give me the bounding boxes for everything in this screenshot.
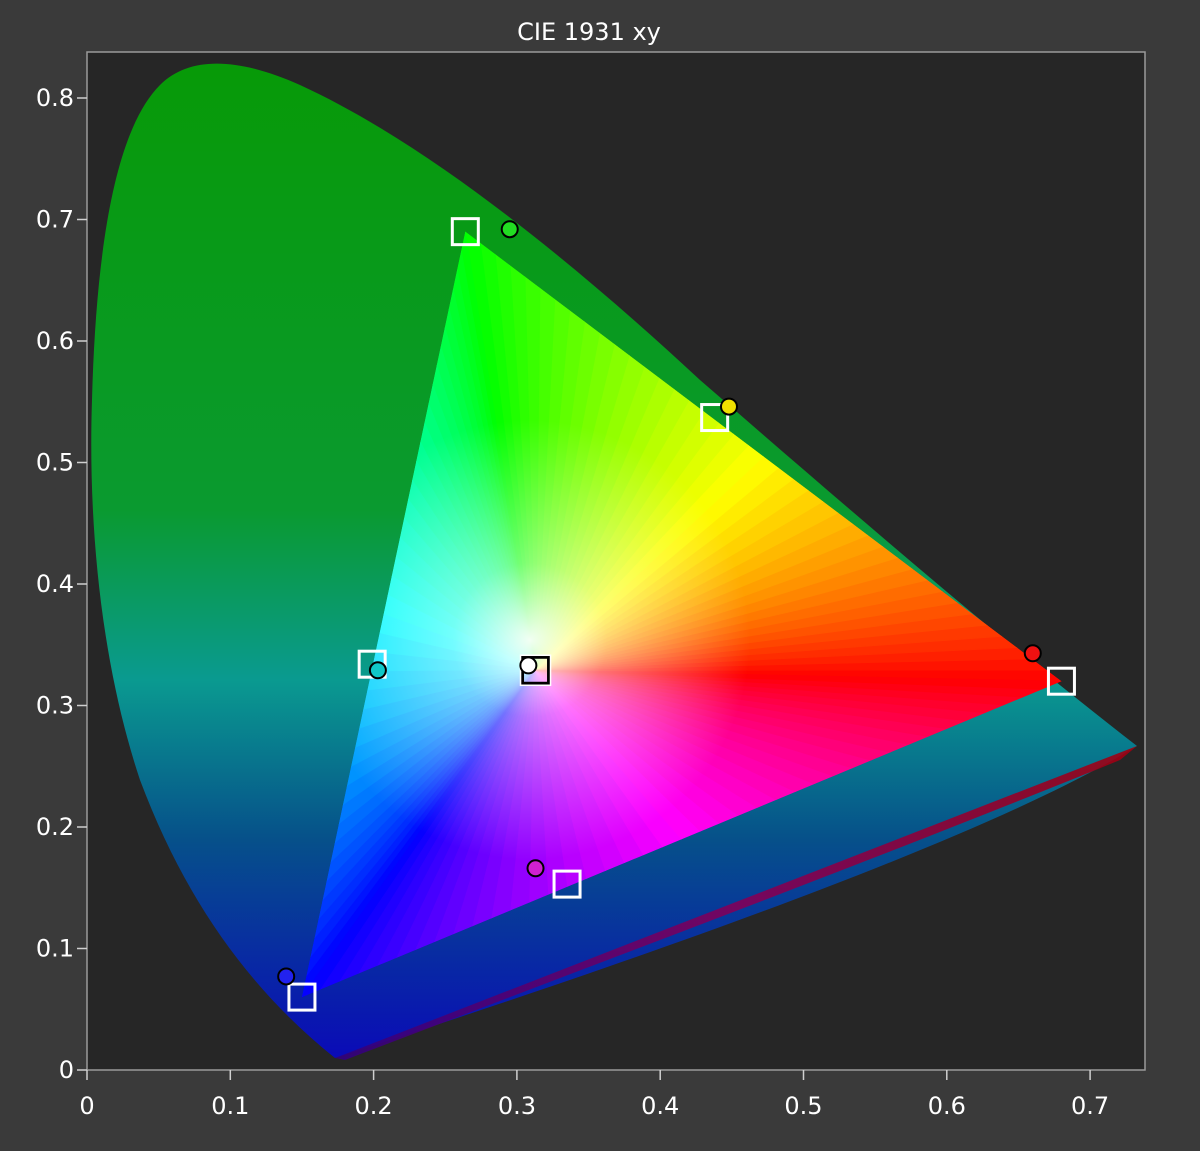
measured-circle-marker (500, 220, 519, 239)
x-tick-label: 0.7 (1071, 1092, 1109, 1120)
measured-circle-marker (719, 397, 738, 416)
y-tick-label: 0.3 (36, 692, 74, 720)
y-tick-label: 0.1 (36, 935, 74, 963)
y-axis: 0 0.1 0.2 0.3 0.4 0.5 0.6 0.7 0.8 (36, 84, 87, 1084)
chart-title: CIE 1931 xy (517, 18, 661, 46)
cie-chart: 0 0.1 0.2 0.3 0.4 0.5 0.6 0.7 00.10.20.30.40.50… (36, 18, 1146, 1120)
y-tick-label: 0 (59, 1056, 74, 1084)
y-tick-label: 0.2 (36, 813, 74, 841)
y-tick-label: 0.8 (36, 84, 74, 112)
x-tick-label: 0.1 (211, 1092, 249, 1120)
x-tick-label: 0.2 (355, 1092, 393, 1120)
measured-circle-marker (1023, 644, 1042, 663)
y-tick-label: 0.4 (36, 570, 74, 598)
x-tick-label: 0 (79, 1092, 94, 1120)
x-axis: 0 0.1 0.2 0.3 0.4 0.5 0.6 0.7 (79, 1070, 1109, 1120)
x-tick-label: 0.4 (641, 1092, 679, 1120)
x-tick-label: 0.3 (498, 1092, 536, 1120)
x-tick-label: 0.6 (928, 1092, 966, 1120)
y-tick-label: 0.6 (36, 327, 74, 355)
y-tick-label: 0.7 (36, 206, 74, 234)
measured-circle-marker (368, 661, 387, 680)
y-tick-label: 0.5 (36, 449, 74, 477)
measured-circle-marker (277, 967, 296, 986)
measured-circle-marker (519, 656, 538, 675)
x-tick-label: 0.5 (784, 1092, 822, 1120)
measured-circle-marker (526, 859, 545, 878)
